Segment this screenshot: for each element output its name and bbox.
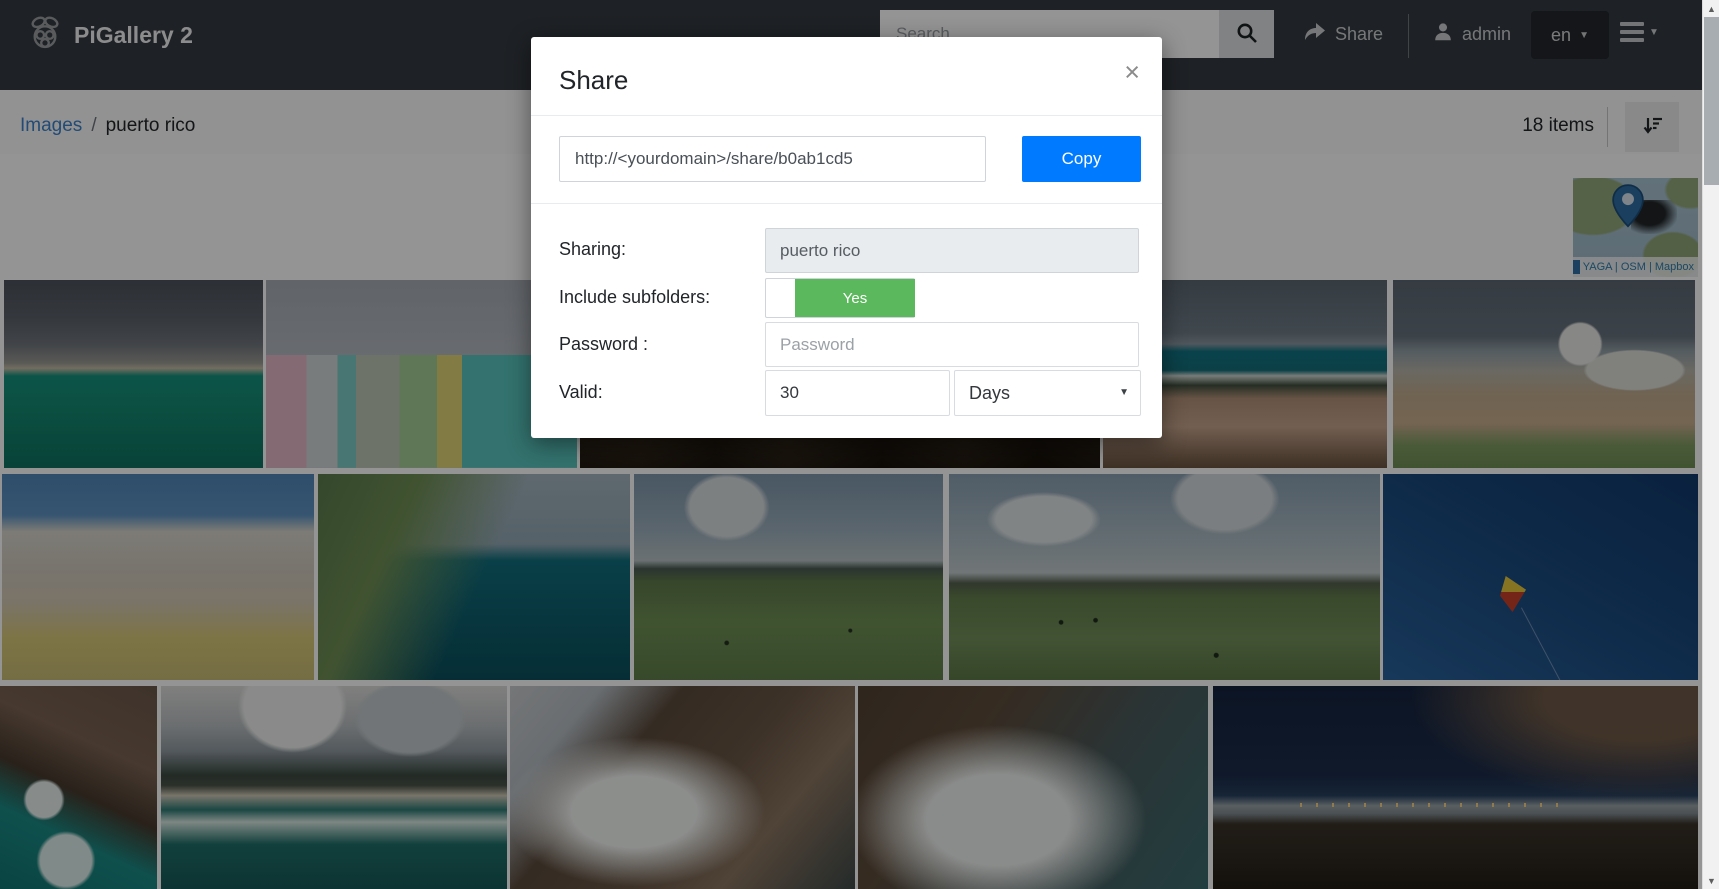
toggle-yes-segment[interactable]: Yes xyxy=(795,279,915,317)
valid-unit-select[interactable]: Days ▼ xyxy=(954,370,1141,416)
scroll-up-arrow[interactable]: ▲ xyxy=(1703,0,1719,17)
share-modal: Share × Copy Sharing: Include subfolders… xyxy=(531,37,1162,438)
scrollbar[interactable]: ▲ ▼ xyxy=(1702,0,1719,889)
valid-duration-input[interactable] xyxy=(765,370,950,416)
include-subfolders-toggle[interactable]: Yes xyxy=(765,278,915,318)
include-subfolders-label: Include subfolders: xyxy=(559,287,710,308)
pigallery-app: PiGallery 2 Share xyxy=(0,0,1719,889)
share-url-input[interactable] xyxy=(559,136,986,182)
modal-section-divider xyxy=(531,203,1162,204)
sharing-value-input xyxy=(765,228,1139,273)
close-icon[interactable]: × xyxy=(1124,59,1140,86)
password-label: Password : xyxy=(559,334,648,355)
scrollbar-thumb[interactable] xyxy=(1704,17,1719,185)
scroll-down-arrow[interactable]: ▼ xyxy=(1703,872,1719,889)
copy-button[interactable]: Copy xyxy=(1022,136,1141,182)
caret-down-icon: ▼ xyxy=(1119,387,1129,398)
password-input[interactable] xyxy=(765,322,1139,367)
valid-unit-value: Days xyxy=(969,383,1010,404)
valid-label: Valid: xyxy=(559,382,603,403)
modal-header-divider xyxy=(531,115,1162,116)
modal-title: Share xyxy=(559,65,628,96)
sharing-label: Sharing: xyxy=(559,239,626,260)
